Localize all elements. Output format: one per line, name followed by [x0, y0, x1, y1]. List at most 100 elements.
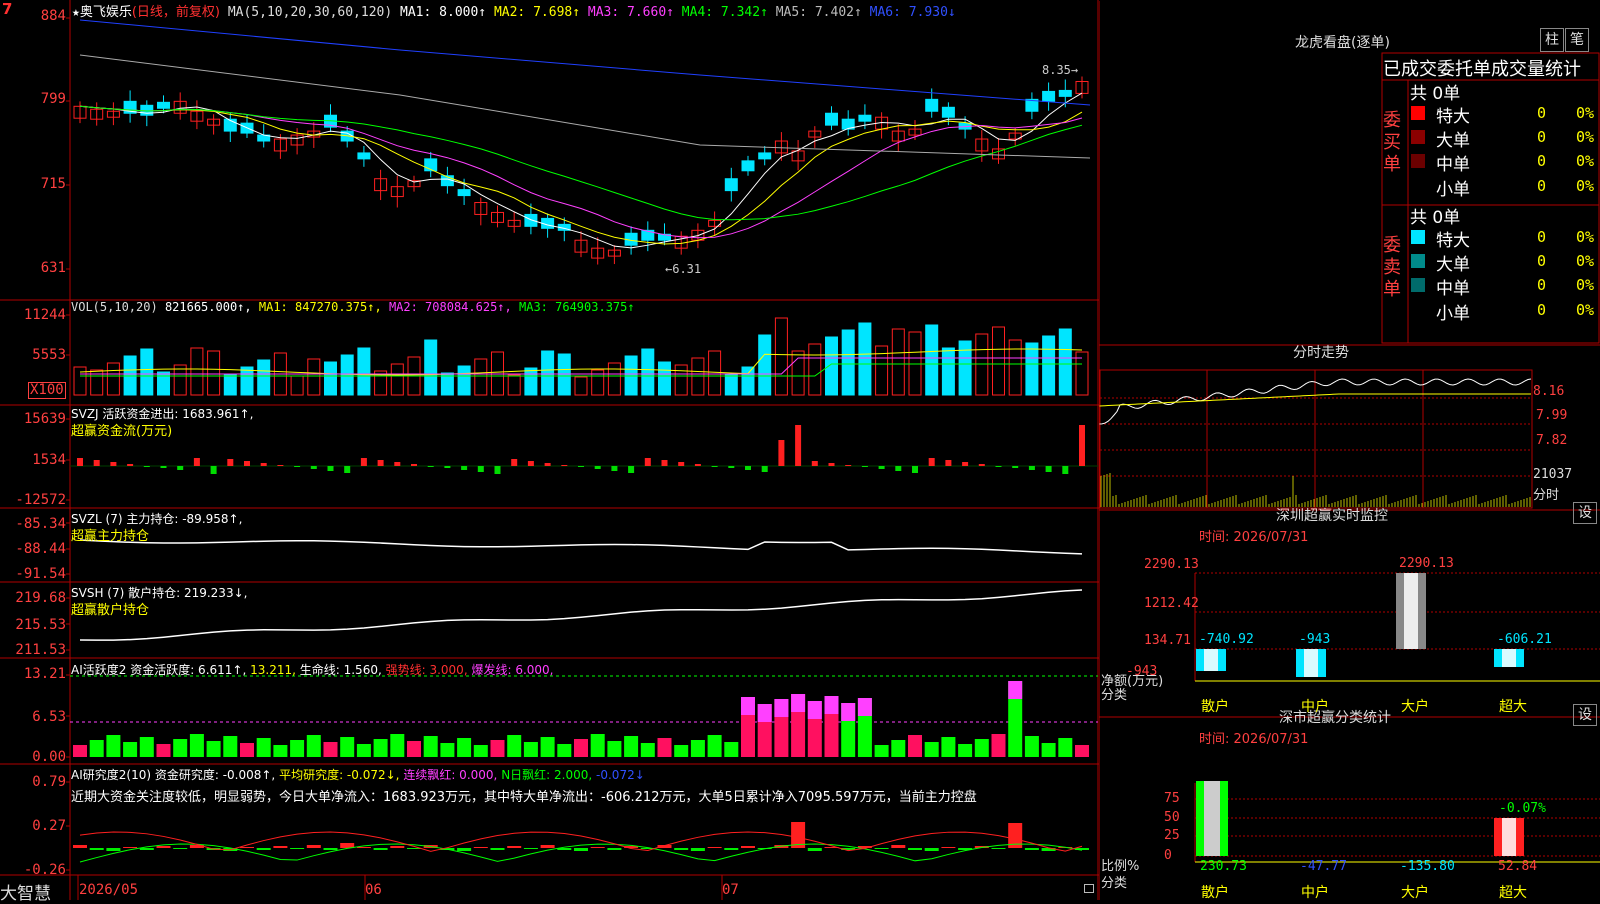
research-bar — [356, 847, 371, 848]
fundflow-bar — [1012, 466, 1019, 468]
volume-bar — [574, 376, 588, 396]
volume-bar — [207, 350, 221, 396]
activity-bar-top — [857, 698, 872, 716]
activity-bar — [1041, 743, 1056, 757]
classstat-axis-label: 75 — [1164, 791, 1180, 806]
svsh-subtitle: 超赢散户持仓 — [71, 603, 150, 618]
research-bar — [323, 848, 338, 850]
activity-bar — [624, 736, 639, 757]
activity-bar — [240, 743, 254, 757]
classstat-time: 时间: 2026/07/31 — [1199, 732, 1309, 747]
sell-row-count: 0 — [1537, 276, 1547, 294]
monitor-xlabel: 分类 — [1101, 688, 1128, 703]
price-axis-631: 631 — [40, 260, 66, 276]
star-icon[interactable]: ★ — [72, 5, 80, 20]
fundflow-bar — [578, 466, 584, 467]
activity-bar — [356, 744, 371, 757]
research-bar — [574, 848, 588, 851]
candle-body — [858, 114, 872, 122]
classstat-category: 大户 — [1401, 885, 1429, 901]
research-bar — [707, 847, 722, 848]
research-bar — [1024, 848, 1039, 850]
activity-bar — [707, 735, 722, 757]
main-chart-area[interactable]: 7 ★奥飞娱乐(日线，前复权) MA(5,10,20,30,60,120) MA… — [0, 0, 1099, 904]
monitor-category: 散户 — [1201, 699, 1229, 715]
monitor-settings-button[interactable]: 设 — [1573, 502, 1597, 524]
activity-bar — [924, 742, 939, 757]
lock-icon[interactable] — [1084, 884, 1094, 893]
fundflow-bar — [728, 466, 735, 468]
research-bar — [290, 848, 305, 849]
app-logo: 大智慧 — [0, 884, 51, 904]
buy-orders-label: 委买单 — [1383, 110, 1401, 175]
svzl-axis-2: -88.44 — [15, 541, 66, 557]
tick-view-button[interactable]: 笔 — [1565, 28, 1589, 52]
ma-params: MA(5,10,20,30,60,120) — [227, 5, 393, 20]
sell-row-count: 0 — [1537, 228, 1547, 246]
svsh-axis-3: 211.53 — [15, 642, 66, 658]
research-bar — [256, 848, 271, 850]
fundflow-bar — [444, 466, 451, 468]
ai-research-axis-3: -0.26 — [23, 862, 66, 878]
fundflow-bar — [1079, 425, 1085, 466]
research-bar — [590, 847, 605, 848]
activity-bar — [674, 745, 689, 757]
ai-active-burstline: 爆发线: 6.000, — [471, 663, 554, 677]
ai-research-axis-1: 0.79 — [32, 774, 66, 790]
research-bar — [106, 848, 121, 851]
fundflow-bar — [694, 464, 701, 466]
sell-row-label: 小单 — [1436, 304, 1470, 324]
fundflow-bar — [594, 466, 601, 469]
ma3-value: MA3: 7.660↑ — [587, 5, 674, 20]
ma4-value: MA4: 7.342↑ — [681, 5, 768, 20]
volume-bar — [106, 362, 120, 396]
stock-name[interactable]: 奥飞娱乐 — [80, 5, 132, 20]
activity-bar — [139, 737, 154, 757]
activity-bar — [473, 745, 488, 757]
monitor-bar-highlight — [1502, 649, 1516, 667]
chart-mode[interactable]: (日线，前复权) — [132, 5, 220, 20]
buy-row-count: 0 — [1537, 177, 1547, 195]
fundflow-bar — [661, 460, 668, 466]
research-bar — [139, 848, 154, 850]
volume-bar — [808, 343, 822, 396]
fundflow-bar — [811, 461, 818, 466]
volume-bar — [1042, 335, 1056, 396]
price-axis-799: 799 — [40, 91, 66, 107]
candle-body — [457, 189, 471, 197]
candle-body — [1058, 89, 1072, 97]
vol-unit-badge[interactable]: X100 — [28, 382, 66, 399]
activity-bar — [574, 739, 588, 757]
candlestick-chart[interactable] — [0, 0, 1099, 900]
activity-bar-top — [741, 697, 755, 715]
svsh-axis-2: 215.53 — [15, 617, 66, 633]
activity-bar — [724, 742, 739, 757]
activity-bar — [490, 740, 505, 757]
classstat-settings-button[interactable]: 设 — [1573, 704, 1597, 726]
candle-body — [157, 101, 170, 109]
activity-bar — [690, 740, 705, 757]
buy-row-count: 0 — [1537, 152, 1547, 170]
classstat-bar-value: -47.77 — [1300, 859, 1347, 874]
candle-body — [1042, 90, 1056, 102]
classstat-bar-value: 52.84 — [1498, 859, 1538, 874]
classstat-bar-value: -135.80 — [1400, 859, 1455, 874]
fundflow-bar — [1028, 466, 1035, 470]
fundflow-bar — [127, 464, 134, 466]
monitor-bar-value: -943 — [1299, 632, 1331, 647]
fundflow-bar — [878, 466, 885, 469]
order-stats-tabs[interactable]: 已成交委托单成交量统计 — [1383, 55, 1581, 81]
bar-view-button[interactable]: 柱 — [1540, 28, 1564, 52]
activity-bar — [1058, 738, 1073, 757]
monitor-axis-label: 2290.13 — [1144, 557, 1199, 572]
volume-bar — [457, 365, 471, 396]
ai-active-axis-2: 6.53 — [32, 709, 66, 725]
ma5-value: MA5: 7.402↑ — [775, 5, 862, 20]
fundflow-bar — [711, 466, 718, 467]
fundflow-bar — [260, 463, 267, 466]
volume-bar — [1025, 342, 1039, 396]
fundflow-bar — [160, 466, 167, 468]
research-bar — [891, 845, 906, 848]
volume-bar — [758, 334, 772, 396]
fundflow-bar — [861, 466, 868, 467]
